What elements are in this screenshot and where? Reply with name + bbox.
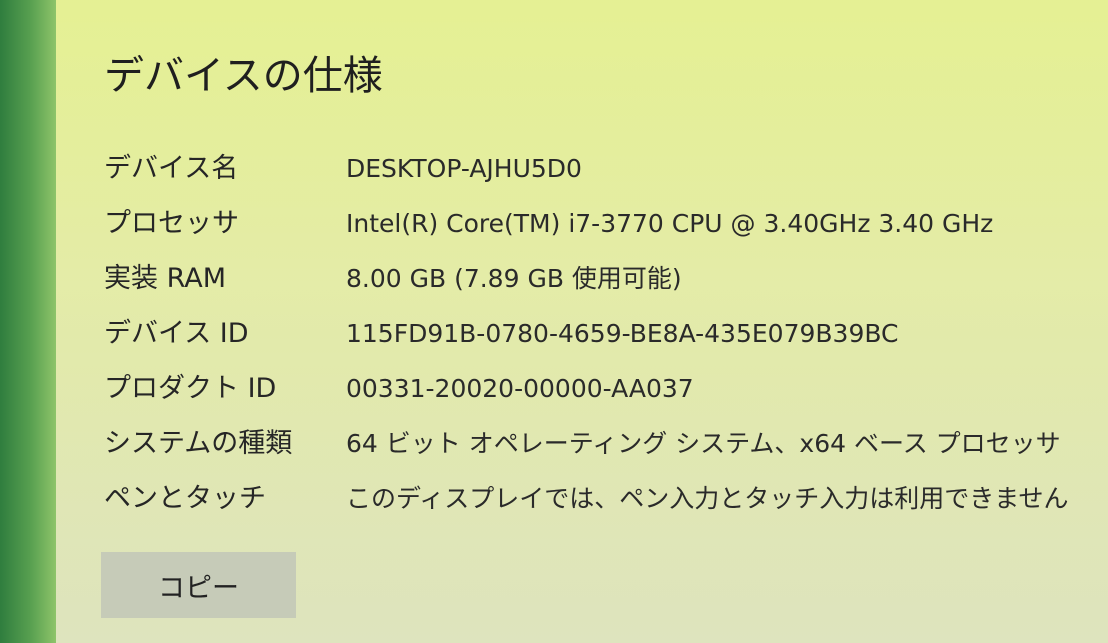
spec-value: 115FD91B-0780-4659-BE8A-435E079B39BC [346,319,899,348]
spec-label: 実装 RAM [104,263,227,294]
spec-value: DESKTOP-AJHU5D0 [346,154,582,183]
spec-label: デバイス ID [104,318,249,349]
spec-label: デバイス名 [104,153,239,184]
spec-row-pen-touch: ペンとタッチ このディスプレイでは、ペン入力とタッチ入力は利用できません [104,475,1094,530]
page-title: デバイスの仕様 [104,53,383,99]
device-spec-list: デバイス名 DESKTOP-AJHU5D0 プロセッサ Intel(R) Cor… [104,145,1094,530]
spec-value: このディスプレイでは、ペン入力とタッチ入力は利用できません [346,484,1069,513]
copy-button[interactable]: コピー [101,552,296,618]
spec-row-system-type: システムの種類 64 ビット オペレーティング システム、x64 ベース プロセ… [104,420,1094,475]
spec-label: プロセッサ [104,208,239,239]
window-side-strip [0,0,56,643]
spec-value: 8.00 GB (7.89 GB 使用可能) [346,264,682,293]
spec-row-product-id: プロダクト ID 00331-20020-00000-AA037 [104,365,1094,420]
spec-value: 00331-20020-00000-AA037 [346,374,694,403]
spec-row-device-name: デバイス名 DESKTOP-AJHU5D0 [104,145,1094,200]
spec-label: プロダクト ID [104,373,277,404]
spec-label: ペンとタッチ [104,483,266,514]
spec-row-device-id: デバイス ID 115FD91B-0780-4659-BE8A-435E079B… [104,310,1094,365]
spec-value: Intel(R) Core(TM) i7-3770 CPU @ 3.40GHz … [346,209,994,238]
spec-row-processor: プロセッサ Intel(R) Core(TM) i7-3770 CPU @ 3.… [104,200,1094,255]
spec-value: 64 ビット オペレーティング システム、x64 ベース プロセッサ [346,429,1061,458]
spec-row-ram: 実装 RAM 8.00 GB (7.89 GB 使用可能) [104,255,1094,310]
spec-label: システムの種類 [104,428,293,459]
